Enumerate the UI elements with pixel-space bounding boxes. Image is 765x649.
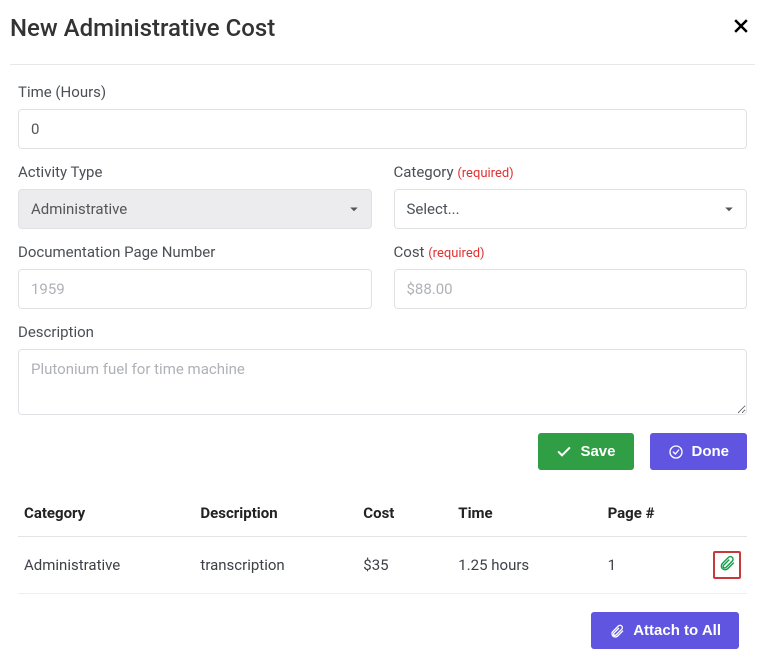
- done-button-label: Done: [692, 443, 730, 460]
- footer: Attach to All: [10, 594, 755, 649]
- modal-header: New Administrative Cost: [10, 14, 755, 65]
- activity-type-field: Activity Type Administrative: [18, 163, 372, 229]
- attach-to-all-button[interactable]: Attach to All: [591, 612, 739, 649]
- done-check-circle-icon: [668, 444, 684, 460]
- th-cost: Cost: [363, 504, 458, 522]
- modal-title: New Administrative Cost: [10, 14, 275, 42]
- category-select[interactable]: Select...: [394, 189, 748, 229]
- table-row: Administrative transcription $35 1.25 ho…: [18, 537, 747, 594]
- save-button-label: Save: [580, 443, 615, 460]
- paperclip-icon: [718, 554, 736, 576]
- done-button[interactable]: Done: [650, 433, 748, 470]
- th-page: Page #: [608, 504, 689, 522]
- close-icon: [731, 16, 751, 41]
- th-description: Description: [200, 504, 363, 522]
- cost-required: (required): [428, 246, 484, 261]
- time-field: Time (Hours): [18, 83, 747, 149]
- cost-label-text: Cost: [394, 243, 425, 261]
- cost-field: Cost (required): [394, 243, 748, 309]
- activity-type-label: Activity Type: [18, 163, 372, 181]
- th-time: Time: [458, 504, 607, 522]
- row-attach-button[interactable]: [713, 551, 741, 579]
- new-admin-cost-modal: New Administrative Cost Time (Hours) Act…: [0, 0, 765, 649]
- td-cost: $35: [363, 556, 458, 574]
- td-category: Administrative: [24, 556, 200, 574]
- doc-page-field: Documentation Page Number: [18, 243, 372, 309]
- time-input[interactable]: [18, 109, 747, 149]
- doc-page-label: Documentation Page Number: [18, 243, 372, 261]
- time-label: Time (Hours): [18, 83, 747, 101]
- cost-label: Cost (required): [394, 243, 748, 261]
- category-label-text: Category: [394, 163, 454, 181]
- activity-type-select[interactable]: Administrative: [18, 189, 372, 229]
- td-description: transcription: [200, 556, 363, 574]
- category-field: Category (required) Select...: [394, 163, 748, 229]
- cost-table: Category Description Cost Time Page # Ad…: [18, 490, 747, 594]
- th-category: Category: [24, 504, 200, 522]
- form-button-row: Save Done: [18, 433, 747, 470]
- paperclip-icon: [609, 623, 625, 639]
- description-field: Description: [18, 323, 747, 419]
- description-input[interactable]: [18, 349, 747, 415]
- form-body: Time (Hours) Activity Type Administrativ…: [10, 83, 755, 470]
- td-page: 1: [608, 556, 689, 574]
- category-required: (required): [457, 166, 513, 181]
- td-time: 1.25 hours: [458, 556, 607, 574]
- attach-to-all-label: Attach to All: [633, 622, 721, 639]
- close-button[interactable]: [727, 14, 755, 42]
- table-header-row: Category Description Cost Time Page #: [18, 490, 747, 537]
- cost-input[interactable]: [394, 269, 748, 309]
- category-label: Category (required): [394, 163, 748, 181]
- doc-page-input[interactable]: [18, 269, 372, 309]
- description-label: Description: [18, 323, 747, 341]
- save-button[interactable]: Save: [538, 433, 633, 470]
- check-icon: [556, 444, 572, 460]
